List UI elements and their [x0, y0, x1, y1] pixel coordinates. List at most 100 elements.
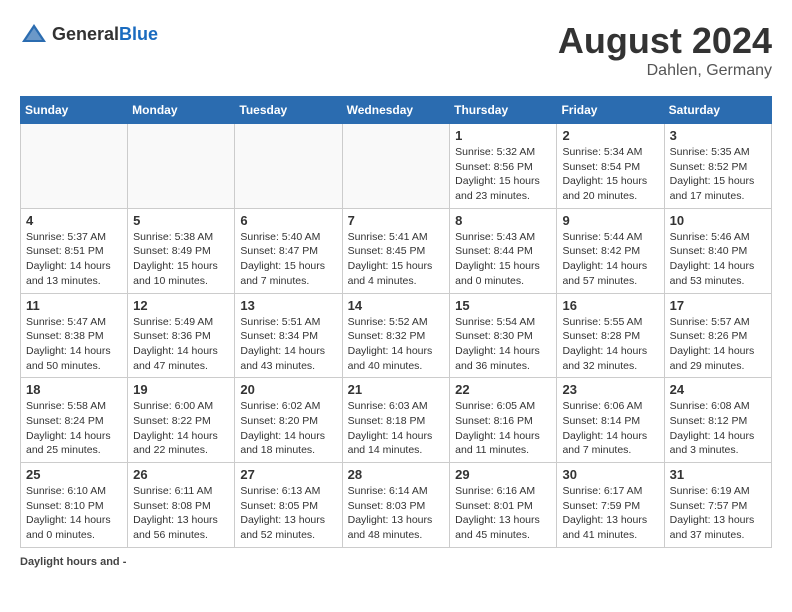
calendar-day-cell	[235, 124, 342, 209]
calendar-day-cell: 10 Sunrise: 5:46 AMSunset: 8:40 PMDayligh…	[664, 208, 771, 293]
day-number: 26	[133, 467, 229, 482]
day-number: 5	[133, 213, 229, 228]
footer-note: Daylight hours and -	[20, 556, 772, 568]
day-info: Sunrise: 6:00 AMSunset: 8:22 PMDaylight:…	[133, 399, 229, 458]
day-number: 12	[133, 298, 229, 313]
calendar-day-cell: 21 Sunrise: 6:03 AMSunset: 8:18 PMDayligh…	[342, 378, 450, 463]
day-info: Sunrise: 5:38 AMSunset: 8:49 PMDaylight:…	[133, 230, 229, 289]
logo-blue: Blue	[119, 24, 158, 44]
location-title: Dahlen, Germany	[558, 62, 772, 80]
day-number: 19	[133, 382, 229, 397]
day-number: 20	[240, 382, 336, 397]
day-number: 21	[348, 382, 445, 397]
day-of-week-header: Sunday	[21, 97, 128, 124]
month-title: August 2024	[558, 20, 772, 62]
logo: GeneralBlue	[20, 20, 158, 48]
calendar-week-row: 18 Sunrise: 5:58 AMSunset: 8:24 PMDayligh…	[21, 378, 772, 463]
title-block: August 2024 Dahlen, Germany	[558, 20, 772, 80]
day-info: Sunrise: 6:03 AMSunset: 8:18 PMDaylight:…	[348, 399, 445, 458]
calendar-day-cell: 14 Sunrise: 5:52 AMSunset: 8:32 PMDayligh…	[342, 293, 450, 378]
day-info: Sunrise: 6:16 AMSunset: 8:01 PMDaylight:…	[455, 484, 551, 543]
calendar-day-cell: 7 Sunrise: 5:41 AMSunset: 8:45 PMDaylight…	[342, 208, 450, 293]
day-info: Sunrise: 6:13 AMSunset: 8:05 PMDaylight:…	[240, 484, 336, 543]
day-number: 27	[240, 467, 336, 482]
calendar-day-cell: 23Sunrise: 6:06 AMSunset: 8:14 PMDayligh…	[557, 378, 664, 463]
calendar-day-cell: 22 Sunrise: 6:05 AMSunset: 8:16 PMDayligh…	[450, 378, 557, 463]
day-number: 1	[455, 128, 551, 143]
calendar-day-cell: 18 Sunrise: 5:58 AMSunset: 8:24 PMDayligh…	[21, 378, 128, 463]
day-info: Sunrise: 5:58 AMSunset: 8:24 PMDaylight:…	[26, 399, 122, 458]
day-of-week-header: Monday	[128, 97, 235, 124]
day-number: 3	[670, 128, 766, 143]
footer-dash: and -	[100, 556, 126, 568]
day-number: 24	[670, 382, 766, 397]
calendar-day-cell: 26Sunrise: 6:11 AMSunset: 8:08 PMDayligh…	[128, 463, 235, 548]
day-info: Sunrise: 5:47 AMSunset: 8:38 PMDaylight:…	[26, 315, 122, 374]
day-number: 29	[455, 467, 551, 482]
day-of-week-header: Friday	[557, 97, 664, 124]
calendar-day-cell: 17Sunrise: 5:57 AMSunset: 8:26 PMDayligh…	[664, 293, 771, 378]
day-info: Sunrise: 5:35 AMSunset: 8:52 PMDaylight:…	[670, 145, 766, 204]
calendar-day-cell: 25 Sunrise: 6:10 AMSunset: 8:10 PMDayligh…	[21, 463, 128, 548]
day-info: Sunrise: 5:52 AMSunset: 8:32 PMDaylight:…	[348, 315, 445, 374]
calendar-day-cell: 29 Sunrise: 6:16 AMSunset: 8:01 PMDayligh…	[450, 463, 557, 548]
day-info: Sunrise: 6:17 AMSunset: 7:59 PMDaylight:…	[562, 484, 658, 543]
day-number: 10	[670, 213, 766, 228]
day-number: 22	[455, 382, 551, 397]
day-number: 25	[26, 467, 122, 482]
day-of-week-header: Thursday	[450, 97, 557, 124]
day-info: Sunrise: 5:34 AMSunset: 8:54 PMDaylight:…	[562, 145, 658, 204]
calendar-day-cell: 28Sunrise: 6:14 AMSunset: 8:03 PMDayligh…	[342, 463, 450, 548]
calendar-day-cell: 9Sunrise: 5:44 AMSunset: 8:42 PMDaylight…	[557, 208, 664, 293]
day-number: 14	[348, 298, 445, 313]
calendar-day-cell: 20Sunrise: 6:02 AMSunset: 8:20 PMDayligh…	[235, 378, 342, 463]
calendar-week-row: 11 Sunrise: 5:47 AMSunset: 8:38 PMDayligh…	[21, 293, 772, 378]
calendar-day-cell: 19 Sunrise: 6:00 AMSunset: 8:22 PMDayligh…	[128, 378, 235, 463]
calendar-day-cell: 3 Sunrise: 5:35 AMSunset: 8:52 PMDaylight…	[664, 124, 771, 209]
calendar-day-cell	[128, 124, 235, 209]
calendar-day-cell: 11 Sunrise: 5:47 AMSunset: 8:38 PMDayligh…	[21, 293, 128, 378]
day-number: 28	[348, 467, 445, 482]
day-info: Sunrise: 6:10 AMSunset: 8:10 PMDaylight:…	[26, 484, 122, 543]
calendar-week-row: 1 Sunrise: 5:32 AMSunset: 8:56 PMDaylight…	[21, 124, 772, 209]
day-number: 17	[670, 298, 766, 313]
day-info: Sunrise: 5:44 AMSunset: 8:42 PMDaylight:…	[562, 230, 658, 289]
day-info: Sunrise: 5:40 AMSunset: 8:47 PMDaylight:…	[240, 230, 336, 289]
day-number: 31	[670, 467, 766, 482]
day-number: 11	[26, 298, 122, 313]
day-info: Sunrise: 6:06 AMSunset: 8:14 PMDaylight:…	[562, 399, 658, 458]
day-info: Sunrise: 5:37 AMSunset: 8:51 PMDaylight:…	[26, 230, 122, 289]
day-number: 18	[26, 382, 122, 397]
calendar-week-row: 25 Sunrise: 6:10 AMSunset: 8:10 PMDayligh…	[21, 463, 772, 548]
day-info: Sunrise: 5:55 AMSunset: 8:28 PMDaylight:…	[562, 315, 658, 374]
calendar-day-cell: 16Sunrise: 5:55 AMSunset: 8:28 PMDayligh…	[557, 293, 664, 378]
day-number: 8	[455, 213, 551, 228]
day-info: Sunrise: 6:05 AMSunset: 8:16 PMDaylight:…	[455, 399, 551, 458]
day-info: Sunrise: 5:43 AMSunset: 8:44 PMDaylight:…	[455, 230, 551, 289]
calendar-day-cell: 30 Sunrise: 6:17 AMSunset: 7:59 PMDayligh…	[557, 463, 664, 548]
day-number: 13	[240, 298, 336, 313]
calendar-day-cell	[21, 124, 128, 209]
day-of-week-header: Saturday	[664, 97, 771, 124]
calendar-day-cell: 13Sunrise: 5:51 AMSunset: 8:34 PMDayligh…	[235, 293, 342, 378]
calendar-day-cell: 27 Sunrise: 6:13 AMSunset: 8:05 PMDayligh…	[235, 463, 342, 548]
calendar-day-cell: 2Sunrise: 5:34 AMSunset: 8:54 PMDaylight…	[557, 124, 664, 209]
logo-general: General	[52, 24, 119, 44]
day-info: Sunrise: 5:49 AMSunset: 8:36 PMDaylight:…	[133, 315, 229, 374]
calendar-day-cell: 12 Sunrise: 5:49 AMSunset: 8:36 PMDayligh…	[128, 293, 235, 378]
page-header: GeneralBlue August 2024 Dahlen, Germany	[20, 20, 772, 80]
day-number: 7	[348, 213, 445, 228]
day-info: Sunrise: 5:41 AMSunset: 8:45 PMDaylight:…	[348, 230, 445, 289]
day-of-week-header: Wednesday	[342, 97, 450, 124]
day-info: Sunrise: 5:46 AMSunset: 8:40 PMDaylight:…	[670, 230, 766, 289]
calendar-day-cell	[342, 124, 450, 209]
day-number: 6	[240, 213, 336, 228]
day-number: 15	[455, 298, 551, 313]
calendar-week-row: 4Sunrise: 5:37 AMSunset: 8:51 PMDaylight…	[21, 208, 772, 293]
day-number: 30	[562, 467, 658, 482]
calendar-day-cell: 15Sunrise: 5:54 AMSunset: 8:30 PMDayligh…	[450, 293, 557, 378]
day-info: Sunrise: 5:32 AMSunset: 8:56 PMDaylight:…	[455, 145, 551, 204]
calendar-day-cell: 31Sunrise: 6:19 AMSunset: 7:57 PMDayligh…	[664, 463, 771, 548]
calendar-day-cell: 5 Sunrise: 5:38 AMSunset: 8:49 PMDaylight…	[128, 208, 235, 293]
day-info: Sunrise: 6:08 AMSunset: 8:12 PMDaylight:…	[670, 399, 766, 458]
